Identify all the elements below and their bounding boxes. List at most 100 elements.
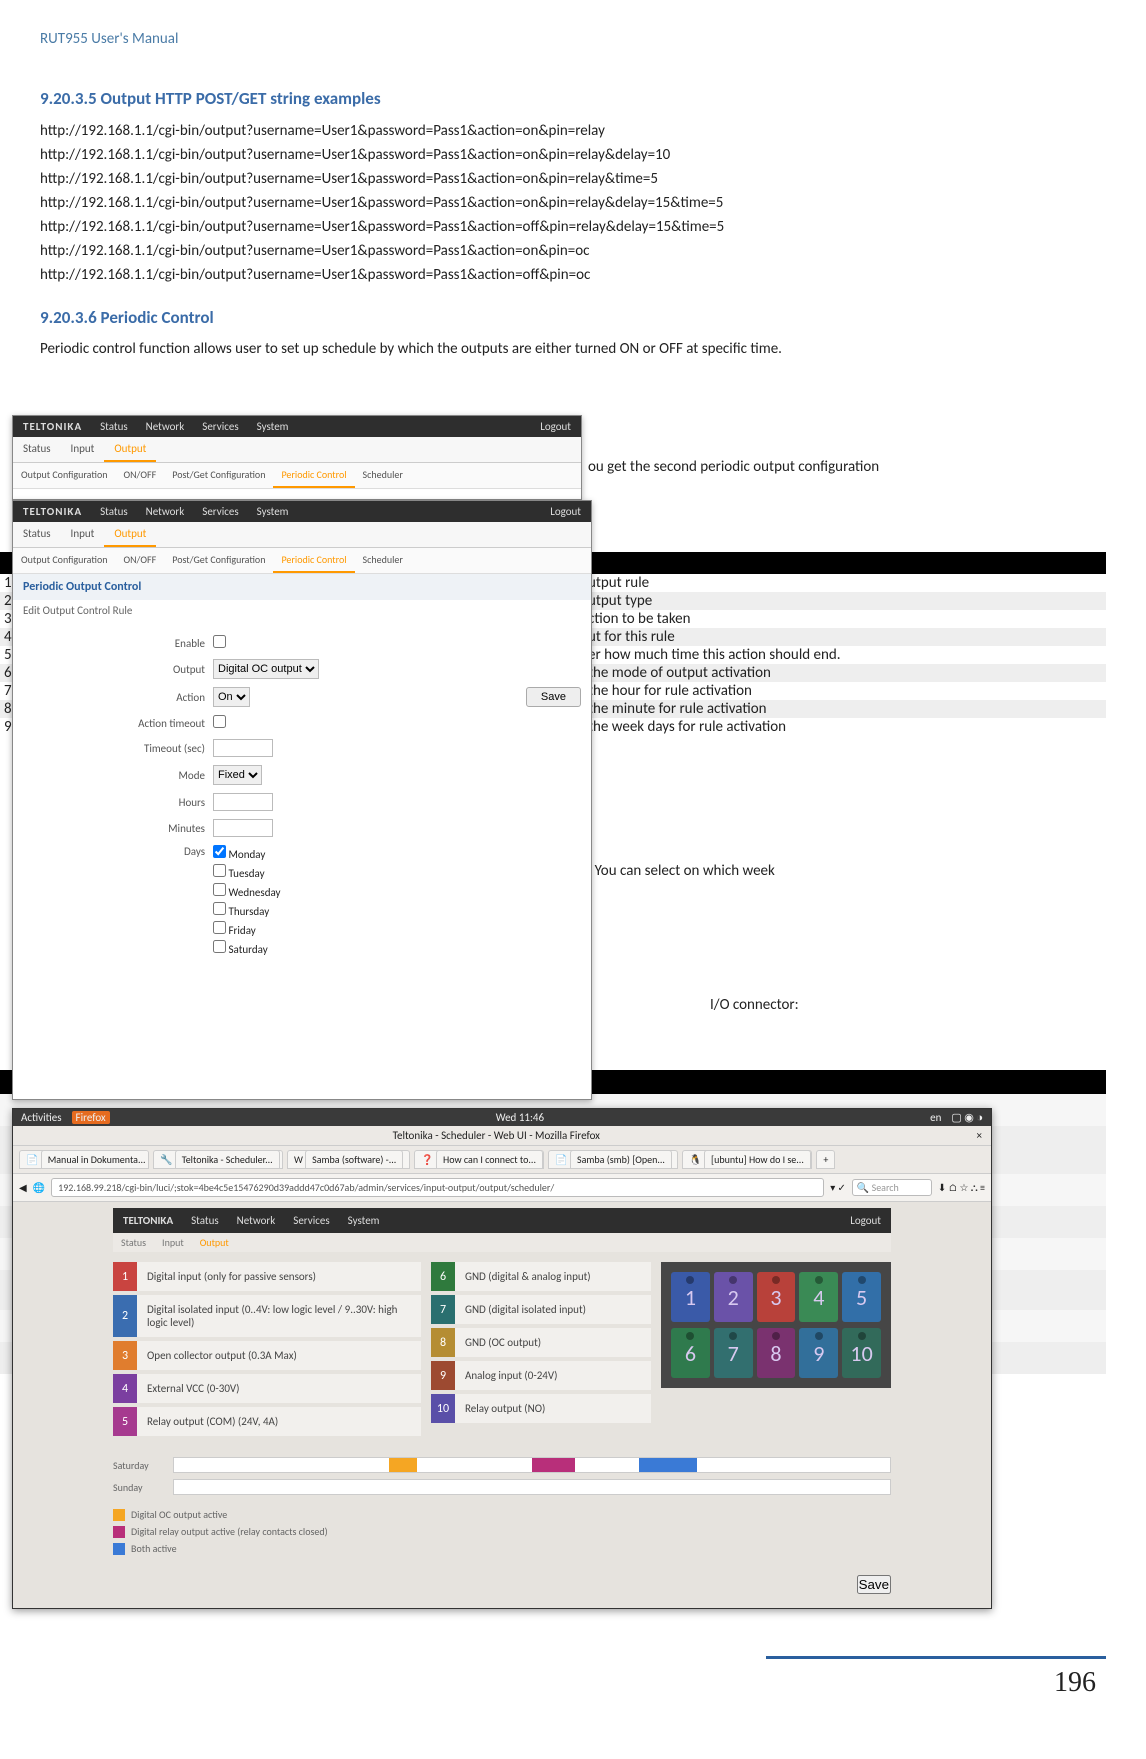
menu-status[interactable]: Status: [100, 505, 128, 518]
url-line: http://192.168.1.1/cgi-bin/output?userna…: [40, 119, 1106, 143]
screenshot-periodic-nav: TELTONIKA Status Network Services System…: [12, 415, 582, 500]
browser-tab[interactable]: ❓ How can I connect to...: [414, 1150, 544, 1169]
connector-slot: 4: [799, 1272, 838, 1322]
menu-system[interactable]: System: [348, 1214, 380, 1227]
menu-services[interactable]: Services: [202, 505, 238, 518]
day-checkbox[interactable]: [213, 883, 226, 896]
schedule-bar[interactable]: [173, 1457, 891, 1473]
day-label: Sunday: [113, 1481, 173, 1494]
logout-link[interactable]: Logout: [540, 420, 571, 433]
browser-tab[interactable]: W Samba (software) -...: [287, 1150, 410, 1169]
subtab-scheduler[interactable]: Scheduler: [355, 548, 411, 573]
menu-services[interactable]: Services: [293, 1214, 329, 1227]
day-option[interactable]: Monday: [213, 845, 281, 861]
day-checkbox[interactable]: [213, 940, 226, 953]
logo: TELTONIKA: [23, 505, 82, 518]
schedule-row: Sunday: [113, 1476, 891, 1498]
minutes-input[interactable]: [213, 819, 273, 837]
browser-tab[interactable]: 📄 Manual in Dokumenta...: [19, 1150, 149, 1169]
page-number-rule: [766, 1656, 1106, 1659]
url-input[interactable]: 192.168.99.218/cgi-bin/luci/;stok=4be4c5…: [51, 1178, 824, 1197]
mode-select[interactable]: Fixed: [213, 765, 262, 785]
action-select[interactable]: On: [213, 687, 250, 707]
nav-back-icon[interactable]: ◀: [19, 1181, 27, 1194]
save-button-inline[interactable]: Save: [526, 687, 581, 707]
sched-block-oc[interactable]: [389, 1458, 418, 1472]
menu-system[interactable]: System: [257, 420, 289, 433]
dropdown-icon[interactable]: ▾ ✓: [830, 1181, 846, 1194]
tab-input[interactable]: Input: [154, 1233, 192, 1252]
pin-desc: GND (OC output): [455, 1328, 651, 1357]
tab-output[interactable]: Output: [192, 1233, 237, 1252]
sched-block-relay[interactable]: [532, 1458, 575, 1472]
globe-icon: 🌐: [33, 1181, 45, 1194]
subtab-postget[interactable]: Post/Get Configuration: [164, 548, 273, 573]
url-line: http://192.168.1.1/cgi-bin/output?userna…: [40, 239, 1106, 263]
firefox-app[interactable]: Firefox: [72, 1111, 110, 1124]
lang-indicator[interactable]: en: [930, 1111, 941, 1124]
browser-tab[interactable]: 📄 Samba (smb) [Open...: [548, 1150, 678, 1169]
activities[interactable]: Activities: [21, 1111, 62, 1124]
day-label: Thursday: [229, 905, 270, 918]
browser-tab[interactable]: 🔧 Teltonika - Scheduler...: [153, 1150, 283, 1169]
io-pin-row: 7GND (digital isolated input): [431, 1295, 651, 1324]
tab-status[interactable]: Status: [13, 522, 61, 547]
new-tab-button[interactable]: +: [816, 1150, 835, 1169]
logout-link[interactable]: Logout: [550, 505, 581, 518]
io-connector-label: I/O connector:: [710, 996, 799, 1014]
app-topbar: TELTONIKA Status Network Services System…: [13, 501, 591, 522]
timeout-input[interactable]: [213, 739, 273, 757]
enable-checkbox[interactable]: [213, 635, 226, 648]
subtab-output-config[interactable]: Output Configuration: [13, 463, 115, 488]
day-option[interactable]: Saturday: [213, 940, 281, 956]
tab-output[interactable]: Output: [104, 522, 156, 547]
panel-subtitle: Edit Output Control Rule: [13, 600, 591, 621]
menu-system[interactable]: System: [257, 505, 289, 518]
day-option[interactable]: Friday: [213, 921, 281, 937]
menu-services[interactable]: Services: [202, 420, 238, 433]
tab-status[interactable]: Status: [13, 437, 61, 462]
subtab-onoff[interactable]: ON/OFF: [115, 463, 164, 488]
tab-status[interactable]: Status: [113, 1233, 154, 1252]
day-checkbox[interactable]: [213, 921, 226, 934]
subtab-periodic[interactable]: Periodic Control: [273, 463, 354, 488]
day-option[interactable]: Thursday: [213, 902, 281, 918]
close-icon[interactable]: ×: [977, 1129, 988, 1142]
toolbar-icons[interactable]: ⬇ ⌂ ☆ ⛬ ≡: [938, 1181, 985, 1194]
search-placeholder[interactable]: Search: [872, 1181, 899, 1194]
menu-network[interactable]: Network: [237, 1214, 276, 1227]
tab-input[interactable]: Input: [61, 437, 105, 462]
subtab-output-config[interactable]: Output Configuration: [13, 548, 115, 573]
browser-tab[interactable]: 🐧 [ubuntu] How do I se...: [682, 1150, 812, 1169]
day-option[interactable]: Tuesday: [213, 864, 281, 880]
legend-swatch: [113, 1509, 125, 1521]
schedule-bar[interactable]: [173, 1479, 891, 1495]
io-pin-row: 4External VCC (0-30V): [113, 1374, 421, 1403]
schedule-panel: Saturday Sunday Digital OC output active…: [13, 1450, 991, 1567]
day-checkbox[interactable]: [213, 845, 226, 858]
save-button[interactable]: Save: [857, 1575, 891, 1594]
tab-input[interactable]: Input: [61, 522, 105, 547]
subtab-onoff[interactable]: ON/OFF: [115, 548, 164, 573]
subtab-scheduler[interactable]: Scheduler: [355, 463, 411, 488]
day-checkbox[interactable]: [213, 864, 226, 877]
section-num-1: 9.20.3.5: [40, 88, 97, 109]
menu-network[interactable]: Network: [146, 505, 185, 518]
menu-network[interactable]: Network: [146, 420, 185, 433]
logout-link[interactable]: Logout: [850, 1214, 881, 1227]
action-timeout-checkbox[interactable]: [213, 715, 226, 728]
tab-output[interactable]: Output: [104, 437, 156, 462]
menu-status[interactable]: Status: [191, 1214, 219, 1227]
inner-tabs: Status Input Output: [113, 1233, 891, 1252]
sched-block-both[interactable]: [639, 1458, 696, 1472]
legend-item: Digital OC output active: [113, 1506, 891, 1523]
menu-status[interactable]: Status: [100, 420, 128, 433]
subtab-postget[interactable]: Post/Get Configuration: [164, 463, 273, 488]
system-tray-icon[interactable]: ▢ ◉ ◑: [951, 1111, 983, 1124]
subtab-periodic[interactable]: Periodic Control: [273, 548, 354, 573]
day-checkbox[interactable]: [213, 902, 226, 915]
output-select[interactable]: Digital OC output: [213, 659, 319, 679]
day-option[interactable]: Wednesday: [213, 883, 281, 899]
hours-input[interactable]: [213, 793, 273, 811]
io-connector-diagram: 1 2 3 4 5 6 7 8 9 10: [661, 1262, 891, 1388]
